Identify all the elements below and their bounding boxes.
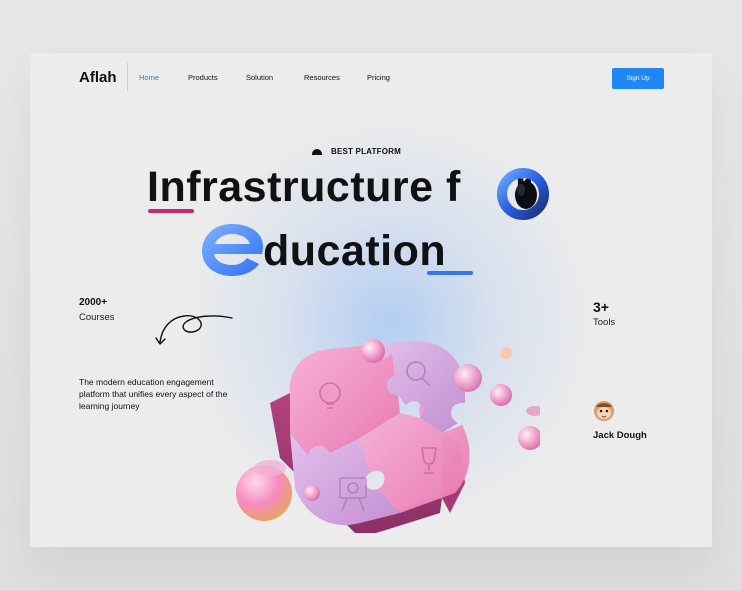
badge: BEST PLATFORM: [312, 147, 401, 156]
avatar-icon[interactable]: [593, 400, 615, 422]
nav-link-pricing[interactable]: Pricing: [367, 73, 390, 82]
courses-count: 2000+: [79, 297, 108, 308]
signup-button[interactable]: Sign Up: [612, 68, 664, 89]
headline-line-2: ducation: [263, 227, 447, 275]
nav-link-products[interactable]: Products: [188, 73, 218, 82]
nav-link-solution[interactable]: Solution: [246, 73, 273, 82]
nav-link-home[interactable]: Home: [139, 73, 159, 82]
background: Aflah Home Products Solution Resources P…: [0, 0, 742, 591]
headline-line-1: Infrastructure fr: [147, 163, 532, 215]
landing-page-card: Aflah Home Products Solution Resources P…: [30, 53, 712, 547]
blue-underline: [427, 271, 473, 275]
person-name: Jack Dough: [593, 430, 647, 441]
tools-count: 3+: [593, 299, 609, 315]
e-letter-icon: [202, 224, 263, 276]
logo[interactable]: Aflah: [79, 69, 117, 86]
nav-link-resources[interactable]: Resources: [304, 73, 340, 82]
o-ring-icon: [497, 168, 549, 220]
tools-label: Tools: [593, 317, 616, 328]
puzzle-illustration: [236, 339, 540, 533]
half-circle-icon: [312, 148, 322, 155]
nav-divider: [127, 63, 128, 91]
courses-label: Courses: [79, 312, 115, 323]
pink-underline: [148, 209, 194, 213]
headline-line-1-start: Infrastructure f: [147, 163, 461, 211]
badge-text: BEST PLATFORM: [331, 147, 402, 156]
